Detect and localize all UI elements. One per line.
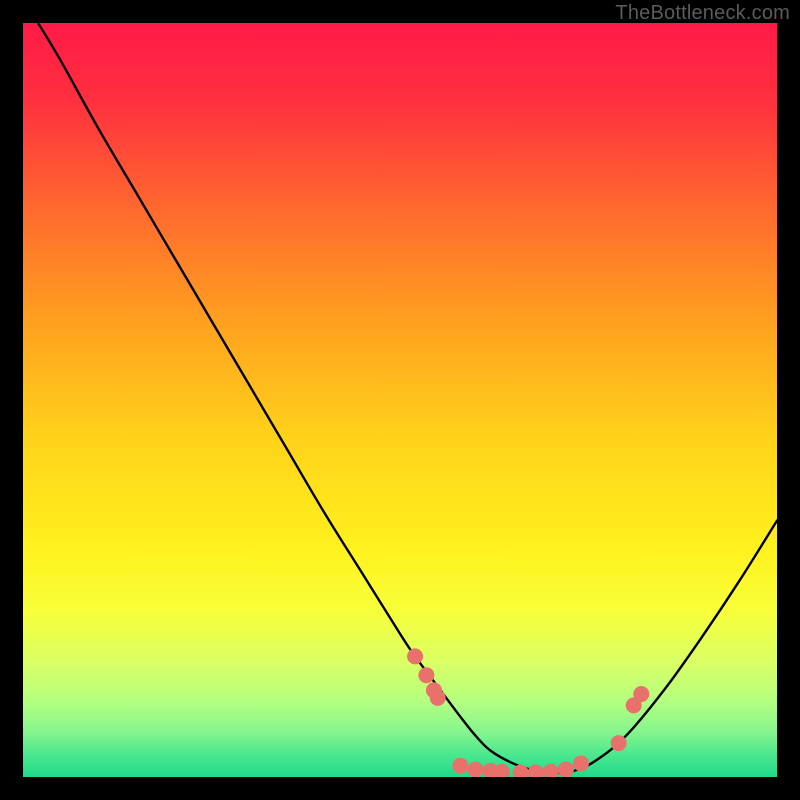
- highlight-point: [467, 761, 483, 777]
- chart-frame: TheBottleneck.com: [0, 0, 800, 800]
- highlight-point: [494, 764, 510, 780]
- highlight-point: [513, 764, 529, 780]
- highlight-point: [430, 690, 446, 706]
- highlight-point: [573, 755, 589, 771]
- bottleneck-chart: [0, 0, 800, 800]
- highlight-point: [528, 764, 544, 780]
- highlight-point: [543, 764, 559, 780]
- highlight-point: [611, 735, 627, 751]
- highlight-point: [407, 648, 423, 664]
- highlight-point: [418, 667, 434, 683]
- watermark-text: TheBottleneck.com: [615, 2, 790, 25]
- plot-background: [23, 23, 777, 777]
- highlight-point: [558, 761, 574, 777]
- highlight-point: [633, 686, 649, 702]
- highlight-point: [452, 758, 468, 774]
